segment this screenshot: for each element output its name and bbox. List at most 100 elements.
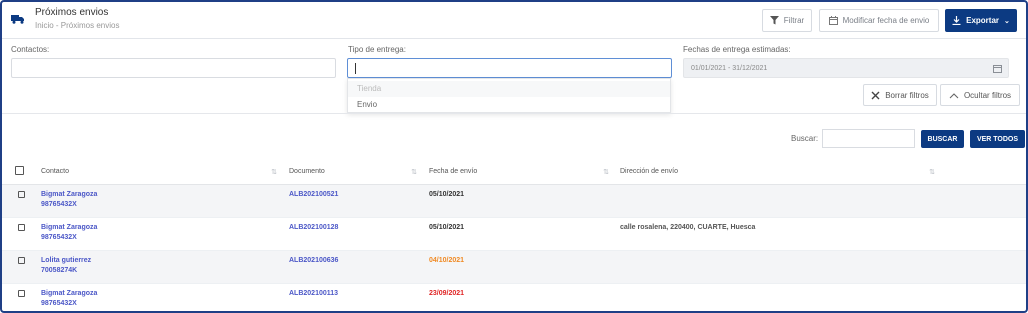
row-select-cell bbox=[2, 283, 30, 311]
table-row[interactable]: Bigmat Zaragoza 98765432X ALB202100128 0… bbox=[2, 217, 1026, 251]
column-contacto[interactable]: Contacto ⇅ bbox=[30, 160, 277, 185]
row-checkbox[interactable] bbox=[18, 223, 25, 231]
address-cell: calle rosalena, 220400, CUARTE, Huesca bbox=[609, 217, 935, 251]
column-extra bbox=[935, 160, 1026, 185]
date-cell: 05/10/2021 bbox=[417, 217, 609, 251]
row-checkbox[interactable] bbox=[18, 190, 25, 198]
modify-date-button[interactable]: Modificar fecha de envio bbox=[819, 9, 939, 32]
contact-name-link[interactable]: Bigmat Zaragoza bbox=[41, 290, 277, 297]
hide-filters-label: Ocultar filtros bbox=[963, 90, 1012, 100]
contacts-input[interactable] bbox=[11, 58, 336, 78]
option-tienda: Tienda bbox=[348, 81, 670, 97]
extra-cell bbox=[935, 283, 1026, 311]
shipping-date-soon: 04/10/2021 bbox=[429, 256, 465, 264]
dates-range-value: 01/01/2021 - 31/12/2021 bbox=[691, 65, 768, 72]
row-checkbox[interactable] bbox=[18, 289, 25, 297]
page-title: Próximos envios bbox=[35, 7, 109, 18]
document-cell: ALB202100636 bbox=[277, 250, 417, 284]
breadcrumb: Inicio - Próximos envios bbox=[35, 21, 120, 30]
extra-cell bbox=[935, 184, 1026, 218]
calendar-icon[interactable] bbox=[993, 64, 1002, 73]
row-checkbox[interactable] bbox=[18, 256, 25, 264]
document-link[interactable]: ALB202100636 bbox=[289, 257, 338, 264]
date-cell: 04/10/2021 bbox=[417, 250, 609, 284]
select-all-checkbox[interactable] bbox=[15, 166, 24, 176]
filter-button[interactable]: Filtrar bbox=[762, 9, 812, 32]
column-documento[interactable]: Documento ⇅ bbox=[277, 160, 417, 185]
shipping-date: 05/10/2021 bbox=[429, 223, 465, 231]
calendar-icon bbox=[828, 16, 838, 25]
view-all-button[interactable]: VER TODOS bbox=[970, 130, 1025, 148]
contact-name-link[interactable]: Lolita gutierrez bbox=[41, 257, 277, 264]
extra-cell bbox=[935, 217, 1026, 251]
document-link[interactable]: ALB202100128 bbox=[289, 224, 338, 231]
option-envio[interactable]: Envio bbox=[348, 97, 670, 113]
clear-filters-label: Borrar filtros bbox=[885, 90, 929, 100]
row-select-cell bbox=[2, 250, 30, 284]
dates-label: Fechas de entrega estimadas: bbox=[683, 45, 791, 54]
divider bbox=[2, 113, 1026, 114]
address-cell bbox=[609, 184, 935, 218]
download-icon bbox=[952, 16, 961, 25]
app-frame: Próximos envios Inicio - Próximos envios… bbox=[0, 0, 1028, 313]
document-link[interactable]: ALB202100113 bbox=[289, 290, 338, 297]
search-label: Buscar: bbox=[791, 134, 819, 143]
column-label: Fecha de envío bbox=[429, 168, 478, 176]
search-input[interactable] bbox=[822, 129, 915, 148]
column-direccion-envio[interactable]: Dirección de envío ⇅ bbox=[609, 160, 935, 185]
column-label: Dirección de envío bbox=[620, 168, 678, 176]
address-cell bbox=[609, 283, 935, 311]
hide-filters-button[interactable]: Ocultar filtros bbox=[940, 84, 1020, 106]
funnel-icon bbox=[769, 16, 779, 25]
shipping-date-overdue: 23/09/2021 bbox=[429, 289, 465, 297]
x-icon bbox=[871, 91, 880, 99]
delivery-type-dropdown: Tienda Envio bbox=[347, 78, 671, 113]
document-cell: ALB202100113 bbox=[277, 283, 417, 311]
clear-filters-button[interactable]: Borrar filtros bbox=[863, 84, 937, 106]
contact-id-link[interactable]: 98765432X bbox=[41, 201, 277, 208]
document-cell: ALB202100128 bbox=[277, 217, 417, 251]
row-select-cell bbox=[2, 184, 30, 218]
truck-icon bbox=[11, 15, 24, 24]
contact-id-link[interactable]: 70058274K bbox=[41, 267, 277, 274]
filter-button-label: Filtrar bbox=[783, 16, 805, 25]
contact-name-link[interactable]: Bigmat Zaragoza bbox=[41, 191, 277, 198]
shipping-address: calle rosalena, 220400, CUARTE, Huesca bbox=[620, 223, 756, 231]
export-button[interactable]: Exportar ⌄ bbox=[945, 9, 1017, 32]
table-row[interactable]: Bigmat Zaragoza 98765432X ALB202100521 0… bbox=[2, 184, 1026, 218]
export-button-label: Exportar bbox=[966, 16, 1000, 25]
date-cell: 23/09/2021 bbox=[417, 283, 609, 311]
document-link[interactable]: ALB202100521 bbox=[289, 191, 338, 198]
table-row[interactable]: Lolita gutierrez 70058274K ALB202100636 … bbox=[2, 250, 1026, 284]
extra-cell bbox=[935, 250, 1026, 284]
shipping-date: 05/10/2021 bbox=[429, 190, 465, 198]
column-fecha-envio[interactable]: Fecha de envío ⇅ bbox=[417, 160, 609, 185]
document-cell: ALB202100521 bbox=[277, 184, 417, 218]
contact-name-link[interactable]: Bigmat Zaragoza bbox=[41, 224, 277, 231]
shipments-table: Contacto ⇅ Documento ⇅ Fecha de envío ⇅ … bbox=[2, 160, 1026, 311]
contact-cell: Bigmat Zaragoza 98765432X bbox=[30, 217, 277, 251]
contact-id-link[interactable]: 98765432X bbox=[41, 234, 277, 241]
row-select-cell bbox=[2, 217, 30, 251]
dates-range-field[interactable]: 01/01/2021 - 31/12/2021 bbox=[683, 58, 1009, 78]
contact-cell: Lolita gutierrez 70058274K bbox=[30, 250, 277, 284]
chevron-up-icon bbox=[949, 92, 959, 98]
date-cell: 05/10/2021 bbox=[417, 184, 609, 218]
column-label: Contacto bbox=[41, 168, 70, 176]
delivery-type-label: Tipo de entrega: bbox=[348, 45, 406, 54]
contact-id-link[interactable]: 98765432X bbox=[41, 300, 277, 307]
contact-cell: Bigmat Zaragoza 98765432X bbox=[30, 184, 277, 218]
chevron-down-icon: ⌄ bbox=[1004, 17, 1010, 25]
page-header: Próximos envios Inicio - Próximos envios… bbox=[2, 2, 1026, 39]
delivery-type-input[interactable] bbox=[347, 58, 672, 78]
modify-date-button-label: Modificar fecha de envio bbox=[842, 16, 930, 25]
search-button[interactable]: BUSCAR bbox=[921, 130, 964, 148]
text-cursor bbox=[355, 63, 356, 74]
column-label: Documento bbox=[289, 168, 325, 176]
contacts-label: Contactos: bbox=[11, 45, 50, 54]
address-cell bbox=[609, 250, 935, 284]
select-all-cell bbox=[2, 160, 30, 185]
contact-cell: Bigmat Zaragoza 98765432X bbox=[30, 283, 277, 311]
table-header-row: Contacto ⇅ Documento ⇅ Fecha de envío ⇅ … bbox=[2, 160, 1026, 185]
table-row[interactable]: Bigmat Zaragoza 98765432X ALB202100113 2… bbox=[2, 283, 1026, 311]
